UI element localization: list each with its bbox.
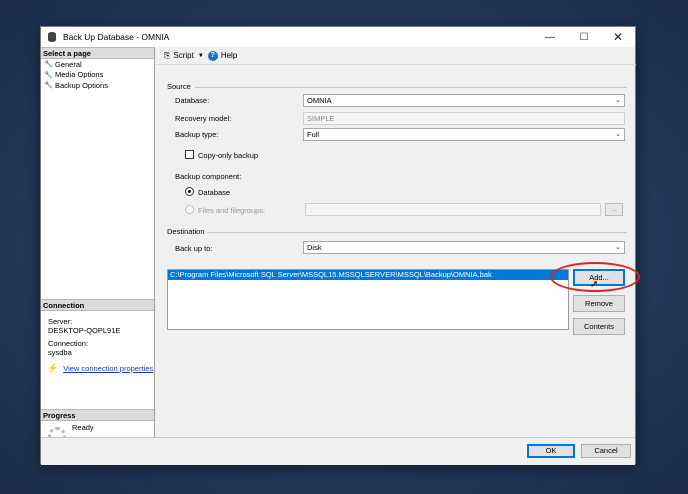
recovery-model-field: SIMPLE <box>303 112 625 125</box>
backup-dialog: Back Up Database - OMNIA — ☐ ✕ Select a … <box>40 26 636 465</box>
destination-list[interactable]: C:\Program Files\Microsoft SQL Server\MS… <box>167 269 569 330</box>
help-icon: ? <box>207 50 218 61</box>
backup-type-value: Full <box>307 130 320 139</box>
component-database-label: Database <box>198 188 231 197</box>
progress-status: Ready <box>72 423 94 432</box>
source-divider <box>195 87 627 88</box>
progress-header: Progress <box>41 409 154 421</box>
cancel-button[interactable]: Cancel <box>581 444 631 458</box>
recovery-model-value: SIMPLE <box>307 114 335 123</box>
chevron-down-icon: ⌄ <box>615 131 621 138</box>
ok-button[interactable]: OK <box>527 444 575 458</box>
backup-component-label: Backup component: <box>175 172 242 181</box>
page-label: Backup Options <box>55 80 108 90</box>
server-label: Server: <box>48 317 73 326</box>
source-group-label: Source <box>167 82 191 91</box>
view-connection-properties[interactable]: ⚡ View connection properties <box>41 363 154 374</box>
connection-section: Connection Server: DESKTOP-QOPL91E Conne… <box>41 299 154 374</box>
toolbar: ⎘ Script ▼ ? Help <box>156 47 636 65</box>
component-database-radio[interactable] <box>185 187 194 196</box>
wrench-icon: 🔧 <box>44 61 53 69</box>
backup-to-value: Disk <box>307 243 322 252</box>
page-general[interactable]: 🔧 General <box>41 59 154 70</box>
backup-to-label: Back up to: <box>175 244 213 253</box>
destination-group-label: Destination <box>167 227 205 236</box>
destination-path-item[interactable]: C:\Program Files\Microsoft SQL Server\MS… <box>168 270 568 280</box>
footer: OK Cancel <box>41 438 635 465</box>
connection-header: Connection <box>41 299 154 311</box>
copy-only-label: Copy-only backup <box>198 151 259 160</box>
database-value: OMNIA <box>307 96 332 105</box>
minimize-button[interactable]: — <box>533 27 567 47</box>
page-label: Media Options <box>55 70 104 80</box>
view-connection-properties-link[interactable]: View connection properties <box>63 364 153 373</box>
script-icon: ⎘ <box>164 50 171 60</box>
maximize-button[interactable]: ☐ <box>567 27 601 47</box>
contents-button[interactable]: Contents <box>573 318 625 335</box>
component-files-radio[interactable] <box>185 205 194 214</box>
browse-filegroups-button[interactable]: ... <box>605 203 623 216</box>
copy-only-checkbox[interactable] <box>185 150 194 159</box>
component-files-label: Files and filegroups: <box>198 206 266 215</box>
page-backup-options[interactable]: 🔧 Backup Options <box>41 80 154 91</box>
window-title: Back Up Database - OMNIA <box>63 32 170 42</box>
backup-to-select[interactable]: Disk ⌄ <box>303 241 625 254</box>
wrench-icon: 🔧 <box>44 71 53 79</box>
connection-label: Connection: <box>48 339 89 348</box>
recovery-model-label: Recovery model: <box>175 114 232 123</box>
select-page-header: Select a page <box>41 47 154 59</box>
connection-plug-icon: ⚡ <box>47 363 59 373</box>
page-media-options[interactable]: 🔧 Media Options <box>41 70 154 81</box>
title-bar[interactable]: Back Up Database - OMNIA — ☐ ✕ <box>41 27 635 47</box>
chevron-down-icon: ⌄ <box>615 244 621 251</box>
connection-value: sysdba <box>48 348 72 357</box>
page-label: General <box>55 59 82 69</box>
backup-type-label: Backup type: <box>175 130 219 139</box>
mouse-cursor-icon: ➚ <box>590 279 599 290</box>
help-label: Help <box>220 51 238 60</box>
script-label: Script <box>173 51 194 60</box>
destination-divider <box>207 232 627 233</box>
remove-button[interactable]: Remove <box>573 295 625 312</box>
database-select[interactable]: OMNIA ⌄ <box>303 94 625 107</box>
help-button[interactable]: ? Help <box>207 50 238 61</box>
filegroups-field <box>305 203 601 216</box>
server-value: DESKTOP-QOPL91E <box>48 326 121 335</box>
chevron-down-icon[interactable]: ▼ <box>198 53 204 59</box>
database-icon <box>47 32 57 42</box>
chevron-down-icon: ⌄ <box>615 97 621 104</box>
script-button[interactable]: ⎘ Script ▼ <box>164 51 204 61</box>
close-button[interactable]: ✕ <box>601 27 635 47</box>
backup-type-select[interactable]: Full ⌄ <box>303 128 625 141</box>
left-pane: Select a page 🔧 General 🔧 Media Options … <box>41 47 155 445</box>
database-label: Database: <box>175 96 210 105</box>
wrench-icon: 🔧 <box>44 82 53 90</box>
